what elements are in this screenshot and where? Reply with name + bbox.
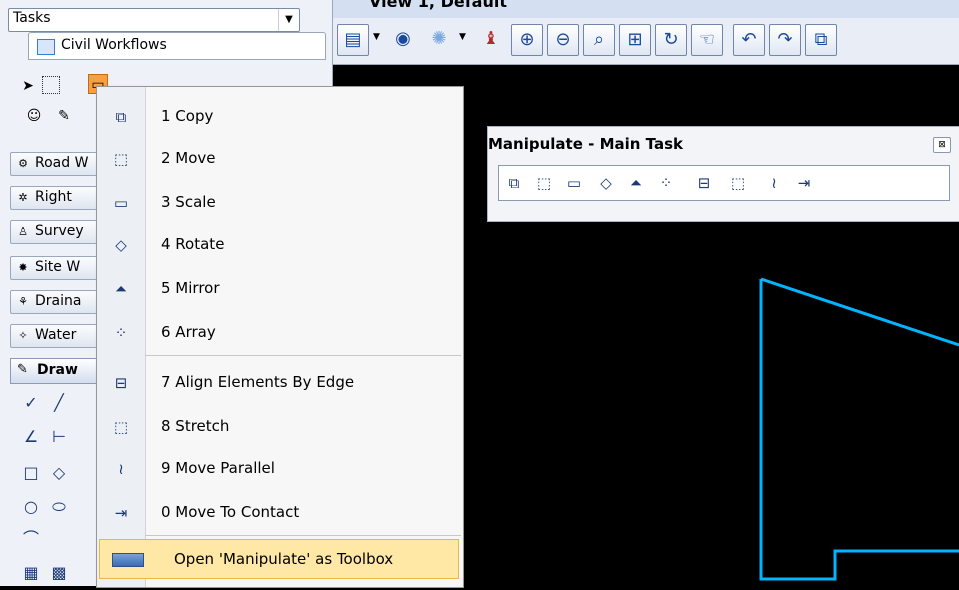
menu-item-scale[interactable]: ▭ 3 Scale [97, 183, 463, 223]
move-to-contact-icon[interactable]: ⇥ [791, 169, 817, 197]
pattern-icon[interactable]: ▩ [48, 562, 70, 584]
brush-icon[interactable]: ♝ [475, 24, 507, 56]
site-icon: ✸ [18, 261, 28, 274]
road-icon: ⚙ [18, 157, 28, 170]
mirror-icon: ⏶ [114, 280, 127, 298]
angle-icon[interactable]: ∠ [20, 426, 42, 448]
chevron-down-icon[interactable]: ▼ [278, 9, 299, 31]
manipulate-context-menu: ⧉ 1 Copy ⬚ 2 Move ▭ 3 Scale ◇ 4 Rotate ⏶… [96, 86, 464, 588]
move-parallel-icon: ≀ [118, 460, 124, 478]
scale-icon: ▭ [113, 194, 129, 212]
draw-section-header[interactable]: ✎ Draw [10, 358, 102, 384]
drainage-icon: ⚘ [18, 295, 28, 308]
close-icon[interactable]: ⊠ [933, 137, 951, 153]
manipulate-toolbox-title: Manipulate - Main Task [488, 135, 683, 153]
civil-workflows-label: Civil Workflows [61, 37, 167, 53]
dimension-icon[interactable]: ⊢ [48, 426, 70, 448]
menu-item-move-parallel[interactable]: ≀ 9 Move Parallel [97, 449, 463, 489]
rotate-view-icon[interactable]: ↻ [655, 24, 687, 56]
pan-view-icon[interactable]: ☜ [691, 24, 723, 56]
copy-icon: ⧉ [115, 108, 127, 126]
zoom-in-icon[interactable]: ⊕ [511, 24, 543, 56]
category-drainage[interactable]: ⚘ Draina [10, 290, 100, 314]
move-parallel-icon[interactable]: ≀ [761, 169, 787, 197]
lighting-icon[interactable]: ✺ [423, 24, 455, 56]
rotate-icon[interactable]: ◇ [593, 169, 619, 197]
place-line-icon[interactable]: ╱ [48, 392, 70, 414]
rotate-icon: ◇ [115, 236, 127, 254]
workflow-icon [37, 39, 55, 55]
category-right-of-way[interactable]: ✲ Right [10, 186, 100, 210]
geometry-edge-bottom [759, 279, 959, 581]
scale-icon[interactable]: ▭ [561, 169, 587, 197]
move-to-contact-icon: ⇥ [114, 504, 128, 522]
align-edge-icon: ⊟ [114, 374, 128, 392]
menu-item-copy[interactable]: ⧉ 1 Copy [97, 97, 463, 137]
menu-item-array[interactable]: ⁘ 6 Array [97, 313, 463, 353]
menu-item-move-to-contact[interactable]: ⇥ 0 Move To Contact [97, 493, 463, 533]
menu-item-stretch[interactable]: ⬚ 8 Stretch [97, 407, 463, 447]
select-arrow-icon[interactable]: ➤ [18, 76, 38, 96]
place-block-icon[interactable]: □ [20, 462, 42, 484]
stretch-icon[interactable]: ⬚ [725, 169, 751, 197]
place-arc-icon[interactable]: ⌒ [20, 528, 42, 550]
tasks-label: Tasks [13, 10, 51, 26]
element-info-icon[interactable]: ☺ [24, 106, 44, 126]
right-of-way-icon: ✲ [18, 191, 28, 204]
array-icon: ⁘ [114, 324, 128, 342]
view-next-icon[interactable]: ↷ [769, 24, 801, 56]
align-edge-icon[interactable]: ⊟ [691, 169, 717, 197]
menu-item-move[interactable]: ⬚ 2 Move [97, 139, 463, 179]
place-circle-icon[interactable]: ○ [20, 496, 42, 518]
water-icon: ✧ [18, 329, 28, 342]
place-ellipse-icon[interactable]: ⬭ [48, 496, 70, 518]
menu-separator [145, 355, 461, 356]
copy-icon[interactable]: ⧉ [501, 169, 527, 197]
chevron-down-icon[interactable]: ▼ [459, 32, 466, 42]
menu-separator [145, 535, 461, 536]
category-water[interactable]: ✧ Water [10, 324, 100, 348]
view-attributes-icon[interactable]: ▤ [337, 24, 369, 56]
place-smartline-icon[interactable]: ✓ [20, 392, 42, 414]
view-title-bar: View 1, Default [333, 0, 959, 18]
toolbox-icon [112, 553, 144, 567]
category-survey[interactable]: ♙ Survey [10, 220, 100, 244]
survey-icon: ♙ [18, 225, 28, 238]
chevron-down-icon[interactable]: ▼ [373, 32, 380, 42]
fence-icon[interactable] [42, 76, 60, 94]
category-road[interactable]: ⚙ Road W [10, 152, 100, 176]
view-previous-icon[interactable]: ↶ [733, 24, 765, 56]
mirror-icon[interactable]: ⏶ [623, 169, 649, 197]
settings-icon[interactable]: ✎ [54, 106, 74, 126]
window-area-icon[interactable]: ⌕ [583, 24, 615, 56]
view-title: View 1, Default [369, 0, 507, 11]
civil-workflows-tab[interactable]: Civil Workflows [28, 32, 326, 60]
place-shape-icon[interactable]: ◇ [48, 462, 70, 484]
move-icon: ⬚ [113, 150, 129, 168]
manipulate-toolbox[interactable]: Manipulate - Main Task ⊠ ⧉ ⬚ ▭ ◇ ⏶ ⁘ ⊟ ⬚… [487, 126, 959, 222]
zoom-out-icon[interactable]: ⊖ [547, 24, 579, 56]
array-icon[interactable]: ⁘ [653, 169, 679, 197]
hatch-icon[interactable]: ▦ [20, 562, 42, 584]
open-as-toolbox-item[interactable]: Open 'Manipulate' as Toolbox [99, 539, 459, 579]
menu-item-rotate[interactable]: ◇ 4 Rotate [97, 225, 463, 265]
manipulate-tools-row: ⧉ ⬚ ▭ ◇ ⏶ ⁘ ⊟ ⬚ ≀ ⇥ [498, 165, 950, 201]
fit-view-icon[interactable]: ⊞ [619, 24, 651, 56]
stretch-icon: ⬚ [113, 418, 129, 436]
category-site[interactable]: ✸ Site W [10, 256, 100, 280]
menu-item-align-edge[interactable]: ⊟ 7 Align Elements By Edge [97, 363, 463, 403]
geometry-edge-top [760, 277, 959, 347]
menu-item-mirror[interactable]: ⏶ 5 Mirror [97, 269, 463, 309]
display-style-icon[interactable]: ◉ [387, 24, 419, 56]
copy-view-icon[interactable]: ⧉ [805, 24, 837, 56]
tasks-dropdown[interactable]: Tasks ▼ [8, 8, 300, 32]
view-toolbar: ▤ ▼ ◉ ✺ ▼ ♝ ⊕ ⊖ ⌕ ⊞ ↻ ☜ ↶ ↷ ⧉ [333, 18, 959, 65]
draw-icon: ✎ [17, 362, 28, 377]
move-icon[interactable]: ⬚ [531, 169, 557, 197]
